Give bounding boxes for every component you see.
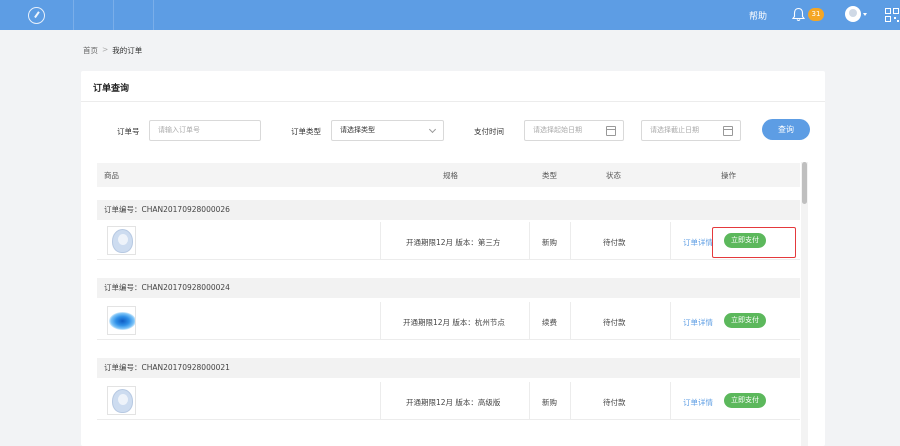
order-query-panel: 订单查询 订单号 请输入订单号 订单类型 请选择类型 支付时间 请选择起始日期 … (81, 71, 825, 446)
order-detail-link[interactable]: 订单详情 (683, 397, 713, 408)
breadcrumb-current: 我的订单 (112, 46, 143, 55)
divider (570, 222, 571, 260)
product-thumbnail (107, 226, 136, 255)
order-type-value: 请选择类型 (340, 126, 375, 134)
type-cell: 新购 (542, 238, 557, 247)
breadcrumb: 首页 > 我的订单 (83, 45, 142, 56)
header-spec: 规格 (443, 171, 458, 180)
order-number-row: 订单编号：CHAN20170928000021 (97, 358, 800, 378)
type-cell: 新购 (542, 398, 557, 407)
end-date-placeholder: 请选择截止日期 (650, 126, 699, 134)
order-detail-link[interactable]: 订单详情 (683, 237, 713, 248)
header-type: 类型 (542, 171, 557, 180)
type-cell: 续费 (542, 318, 557, 327)
start-date-placeholder: 请选择起始日期 (533, 126, 582, 134)
pay-now-button[interactable]: 立即支付 (724, 393, 766, 408)
logo-icon[interactable] (28, 7, 45, 24)
divider (380, 222, 381, 260)
end-date-input[interactable]: 请选择截止日期 (641, 120, 741, 141)
nav-divider (153, 0, 154, 30)
divider (81, 101, 825, 102)
divider (670, 382, 671, 420)
product-thumbnail (107, 386, 136, 415)
notification-badge: 31 (808, 8, 824, 21)
top-nav-bar: 帮助 31 (0, 0, 900, 30)
status-cell: 待付款 (603, 318, 626, 327)
divider (670, 222, 671, 260)
spec-cell: 开通期限12月 版本：第三方 (406, 238, 501, 247)
header-product: 商品 (104, 171, 119, 180)
nav-divider (113, 0, 114, 30)
status-cell: 待付款 (603, 238, 626, 247)
divider (529, 222, 530, 260)
order-no-label: 订单号 (117, 127, 140, 136)
divider (570, 302, 571, 340)
table-row: 开通期限12月 版本：杭州节点 续费 待付款 订单详情 立即支付 (97, 302, 800, 340)
divider (570, 382, 571, 420)
table-row: 开通期限12月 版本：第三方 新购 待付款 订单详情 立即支付 (97, 222, 800, 260)
pay-now-button[interactable]: 立即支付 (724, 313, 766, 328)
panel-title: 订单查询 (93, 84, 130, 94)
order-detail-link[interactable]: 订单详情 (683, 317, 713, 328)
divider (380, 302, 381, 340)
start-date-input[interactable]: 请选择起始日期 (524, 120, 624, 141)
divider (529, 302, 530, 340)
scrollbar-thumb[interactable] (802, 162, 807, 204)
table-header: 商品 规格 类型 状态 操作 (97, 163, 800, 187)
qr-code-icon[interactable] (885, 8, 899, 22)
header-status: 状态 (606, 171, 621, 180)
order-number-row: 订单编号：CHAN20170928000026 (97, 200, 800, 220)
user-avatar[interactable] (845, 6, 861, 22)
product-thumbnail (107, 306, 136, 335)
divider (380, 382, 381, 420)
divider (529, 382, 530, 420)
table-row: 开通期限12月 版本：高级版 新购 待付款 订单详情 立即支付 (97, 382, 800, 420)
order-number-row: 订单编号：CHAN20170928000024 (97, 278, 800, 298)
query-button[interactable]: 查询 (762, 119, 810, 140)
header-action: 操作 (721, 171, 736, 180)
order-type-select[interactable]: 请选择类型 (331, 120, 444, 141)
calendar-icon (723, 126, 733, 136)
pay-time-label: 支付时间 (474, 127, 504, 136)
chevron-down-icon[interactable] (863, 13, 867, 16)
highlight-box (712, 227, 796, 258)
spec-cell: 开通期限12月 版本：杭州节点 (403, 318, 505, 327)
chevron-down-icon (428, 125, 437, 134)
divider (670, 302, 671, 340)
breadcrumb-home[interactable]: 首页 (83, 45, 98, 56)
order-type-label: 订单类型 (291, 127, 321, 136)
nav-divider (73, 0, 74, 30)
table-scrollbar[interactable] (801, 162, 808, 446)
status-cell: 待付款 (603, 398, 626, 407)
order-no-input[interactable]: 请输入订单号 (149, 120, 261, 141)
calendar-icon (606, 126, 616, 136)
breadcrumb-separator: > (102, 45, 109, 54)
help-link[interactable]: 帮助 (749, 9, 767, 22)
spec-cell: 开通期限12月 版本：高级版 (406, 398, 501, 407)
bell-icon[interactable] (792, 7, 805, 22)
